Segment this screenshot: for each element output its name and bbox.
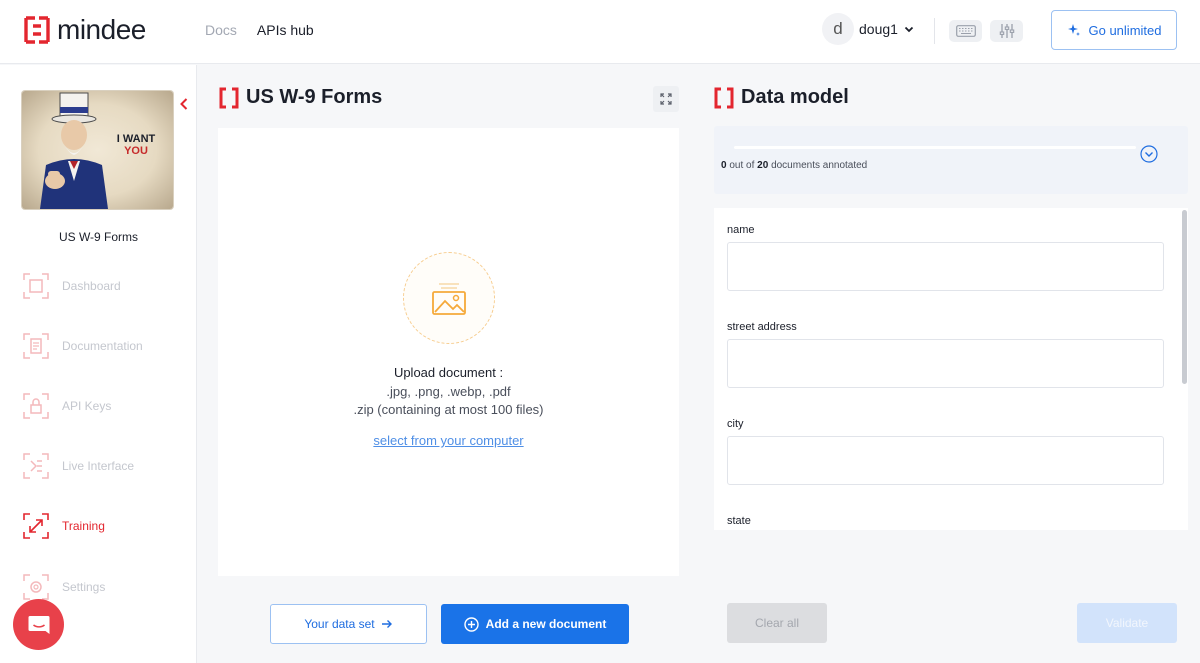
project-thumbnail[interactable]: I WANT YOU (22, 91, 173, 209)
lock-icon (23, 393, 49, 419)
data-model-fields: name street address city state (714, 208, 1188, 530)
progress-suffix: documents annotated (771, 160, 868, 171)
nav-apis-hub-link[interactable]: APIs hub (257, 22, 314, 38)
sidebar-item-api-keys[interactable]: API Keys (22, 391, 192, 421)
progress-prefix: out of (729, 160, 755, 171)
sidebar-item-live-interface[interactable]: Live Interface (22, 451, 192, 481)
data-model-title: Data model (714, 86, 849, 109)
plus-circle-icon (463, 616, 479, 632)
user-menu[interactable]: d doug1 (822, 13, 914, 45)
city-field[interactable] (727, 436, 1164, 485)
field-label-street-address: street address (727, 321, 797, 333)
name-field[interactable] (727, 242, 1164, 291)
avatar: d (822, 13, 854, 45)
sliders-icon (999, 24, 1014, 38)
annotation-progress-text: 0 out of 20 documents annotated (721, 160, 867, 171)
keyboard-icon (955, 25, 976, 37)
collapse-sidebar-icon[interactable] (178, 97, 190, 111)
chat-widget-button[interactable] (13, 599, 64, 650)
street-address-field[interactable] (727, 339, 1164, 388)
your-data-set-label: Your data set (304, 617, 375, 631)
fullscreen-button[interactable] (653, 86, 679, 112)
your-data-set-button[interactable]: Your data set (270, 604, 427, 644)
scrollbar-thumb[interactable] (1182, 210, 1187, 384)
field-label-city: city (727, 418, 744, 430)
fields-scrollbar[interactable] (1181, 208, 1188, 530)
add-new-document-label: Add a new document (485, 617, 607, 631)
select-file-link[interactable]: select from your computer (218, 433, 679, 448)
chevron-down-icon (904, 26, 914, 33)
sidebar-item-documentation[interactable]: Documentation (22, 331, 192, 361)
documentation-icon (23, 333, 49, 359)
sidebar-item-label: Training (62, 519, 105, 533)
upload-formats: .jpg, .png, .webp, .pdf (386, 384, 511, 399)
upload-panel: US W-9 Forms Upload document : .jpg, .pn… (198, 65, 700, 663)
dashboard-icon (23, 273, 49, 299)
bracket-icon (714, 87, 734, 108)
data-model-panel: Data model 0 out of 20 documents annotat… (701, 65, 1200, 663)
poster-text: I WANT YOU (110, 133, 162, 157)
mindee-logo[interactable]: mindee (24, 16, 146, 44)
page-title: US W-9 Forms (246, 86, 383, 108)
upload-zip-note: .zip (containing at most 100 files) (353, 402, 544, 417)
upload-panel-title: US W-9 Forms (219, 86, 382, 109)
add-new-document-button[interactable]: Add a new document (441, 604, 629, 644)
arrow-right-icon (381, 620, 392, 628)
top-nav: Docs APIs hub (205, 22, 314, 38)
sidebar: I WANT YOU US W-9 Forms Dashboard Docume… (0, 65, 197, 663)
go-unlimited-label: Go unlimited (1088, 22, 1162, 38)
sidebar-item-dashboard[interactable]: Dashboard (22, 271, 192, 301)
validate-button[interactable]: Validate (1077, 603, 1177, 643)
username: doug1 (859, 21, 898, 37)
field-label-state: state (727, 515, 751, 527)
settings-sliders-button[interactable] (990, 20, 1023, 42)
nav-docs-link[interactable]: Docs (205, 22, 237, 38)
sidebar-item-training[interactable]: Training (22, 511, 192, 541)
sidebar-item-label: Documentation (62, 339, 143, 353)
go-unlimited-button[interactable]: Go unlimited (1051, 10, 1177, 50)
total-count: 20 (757, 160, 769, 171)
image-icon (432, 283, 466, 315)
chat-icon (28, 615, 49, 634)
sidebar-item-label: Live Interface (62, 459, 135, 473)
clear-all-button[interactable]: Clear all (727, 603, 827, 643)
sidebar-item-label: API Keys (62, 399, 112, 413)
annotation-progress-bar (734, 146, 1136, 149)
poster-line-1: I WANT (116, 133, 156, 145)
annotated-count: 0 (721, 160, 727, 171)
logo-mark-icon (24, 16, 50, 44)
data-model-heading: Data model (741, 86, 849, 108)
field-label-name: name (727, 224, 755, 236)
bracket-icon (219, 87, 239, 108)
upload-heading: Upload document : (393, 365, 504, 380)
sparkle-icon (1067, 24, 1080, 36)
expand-icon (660, 93, 672, 105)
live-interface-icon (23, 453, 49, 479)
sidebar-item-settings[interactable]: Settings (22, 572, 192, 602)
top-bar: mindee Docs APIs hub d doug1 Go unlimite… (0, 0, 1200, 64)
logo-text: mindee (57, 14, 146, 45)
training-icon (23, 513, 49, 539)
project-name: US W-9 Forms (58, 230, 139, 244)
sidebar-item-label: Settings (62, 580, 106, 594)
upload-illustration (403, 252, 495, 344)
gear-icon (23, 574, 49, 600)
poster-line-2: YOU (124, 145, 148, 157)
keyboard-shortcuts-button[interactable] (949, 20, 982, 42)
chevron-down-circle-icon[interactable] (1140, 145, 1158, 163)
sidebar-item-label: Dashboard (62, 279, 121, 293)
upload-dropzone[interactable]: Upload document : .jpg, .png, .webp, .pd… (218, 128, 679, 576)
header-divider (934, 18, 935, 44)
